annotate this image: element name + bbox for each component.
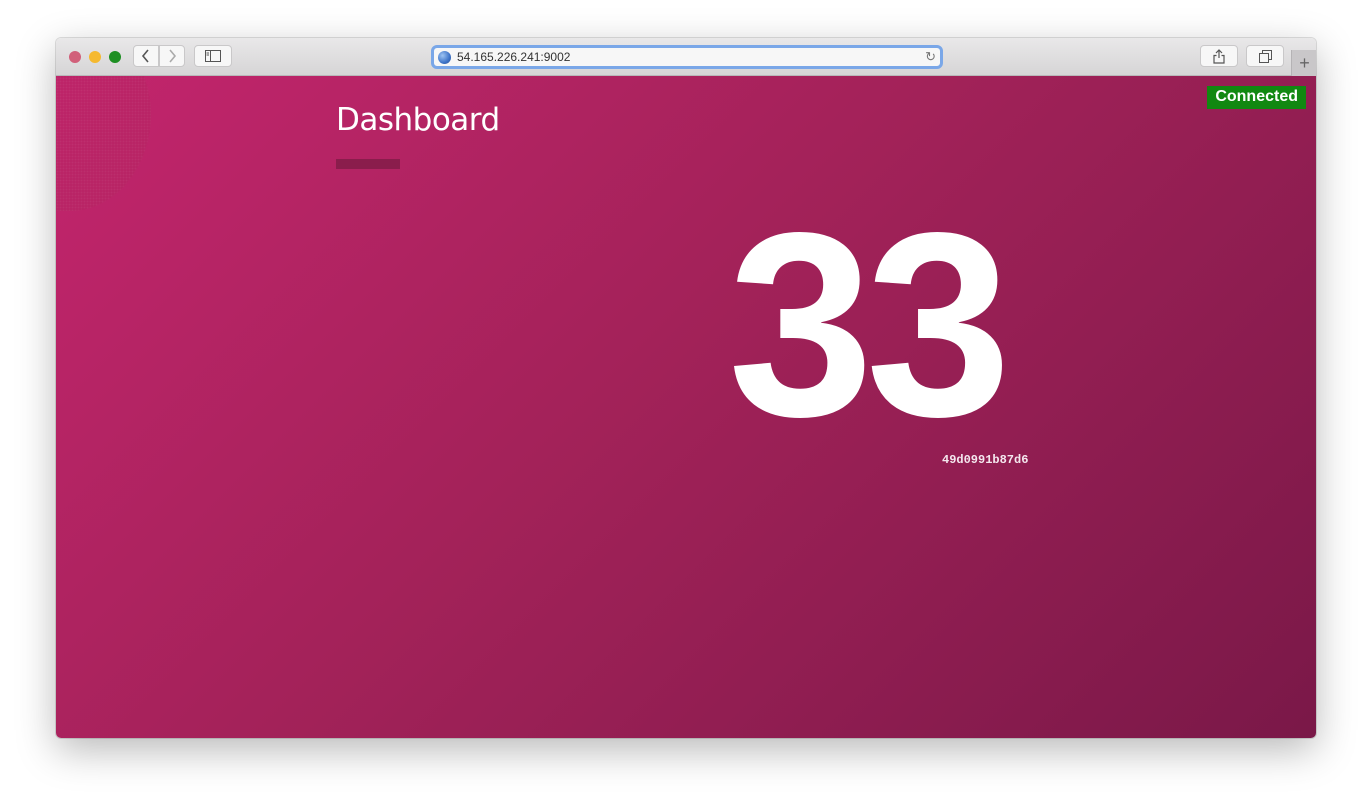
share-button[interactable] xyxy=(1200,45,1238,67)
globe-icon xyxy=(438,50,451,64)
forward-button[interactable] xyxy=(159,45,185,67)
address-bar[interactable]: 54.165.226.241:9002 ↻ xyxy=(431,45,943,69)
counter-value: 33 xyxy=(728,178,1011,471)
zoom-window-button[interactable] xyxy=(109,51,121,63)
page-title: Dashboard xyxy=(336,102,500,138)
tabs-overview-icon xyxy=(1258,49,1272,63)
hostname-label: 49d0991b87d6 xyxy=(942,453,1029,467)
new-tab-button[interactable]: + xyxy=(1291,50,1316,76)
reload-icon[interactable]: ↻ xyxy=(925,49,936,65)
browser-toolbar: 54.165.226.241:9002 ↻ + xyxy=(56,38,1316,76)
sidebar-toggle-button[interactable] xyxy=(194,45,232,67)
sidebar-icon xyxy=(205,50,221,62)
chevron-right-icon xyxy=(169,49,177,63)
connection-status-badge: Connected xyxy=(1207,86,1306,109)
minimize-window-button[interactable] xyxy=(89,51,101,63)
browser-window: 54.165.226.241:9002 ↻ + Dashboard Connec… xyxy=(56,38,1316,738)
back-button[interactable] xyxy=(133,45,159,67)
title-underline xyxy=(336,159,400,169)
decorative-blob xyxy=(56,76,151,211)
tabs-overview-button[interactable] xyxy=(1246,45,1284,67)
share-icon xyxy=(1213,48,1225,64)
chevron-left-icon xyxy=(141,49,149,63)
page-content: Dashboard Connected 33 49d0991b87d6 xyxy=(56,76,1316,738)
url-text[interactable]: 54.165.226.241:9002 xyxy=(457,50,570,64)
close-window-button[interactable] xyxy=(69,51,81,63)
